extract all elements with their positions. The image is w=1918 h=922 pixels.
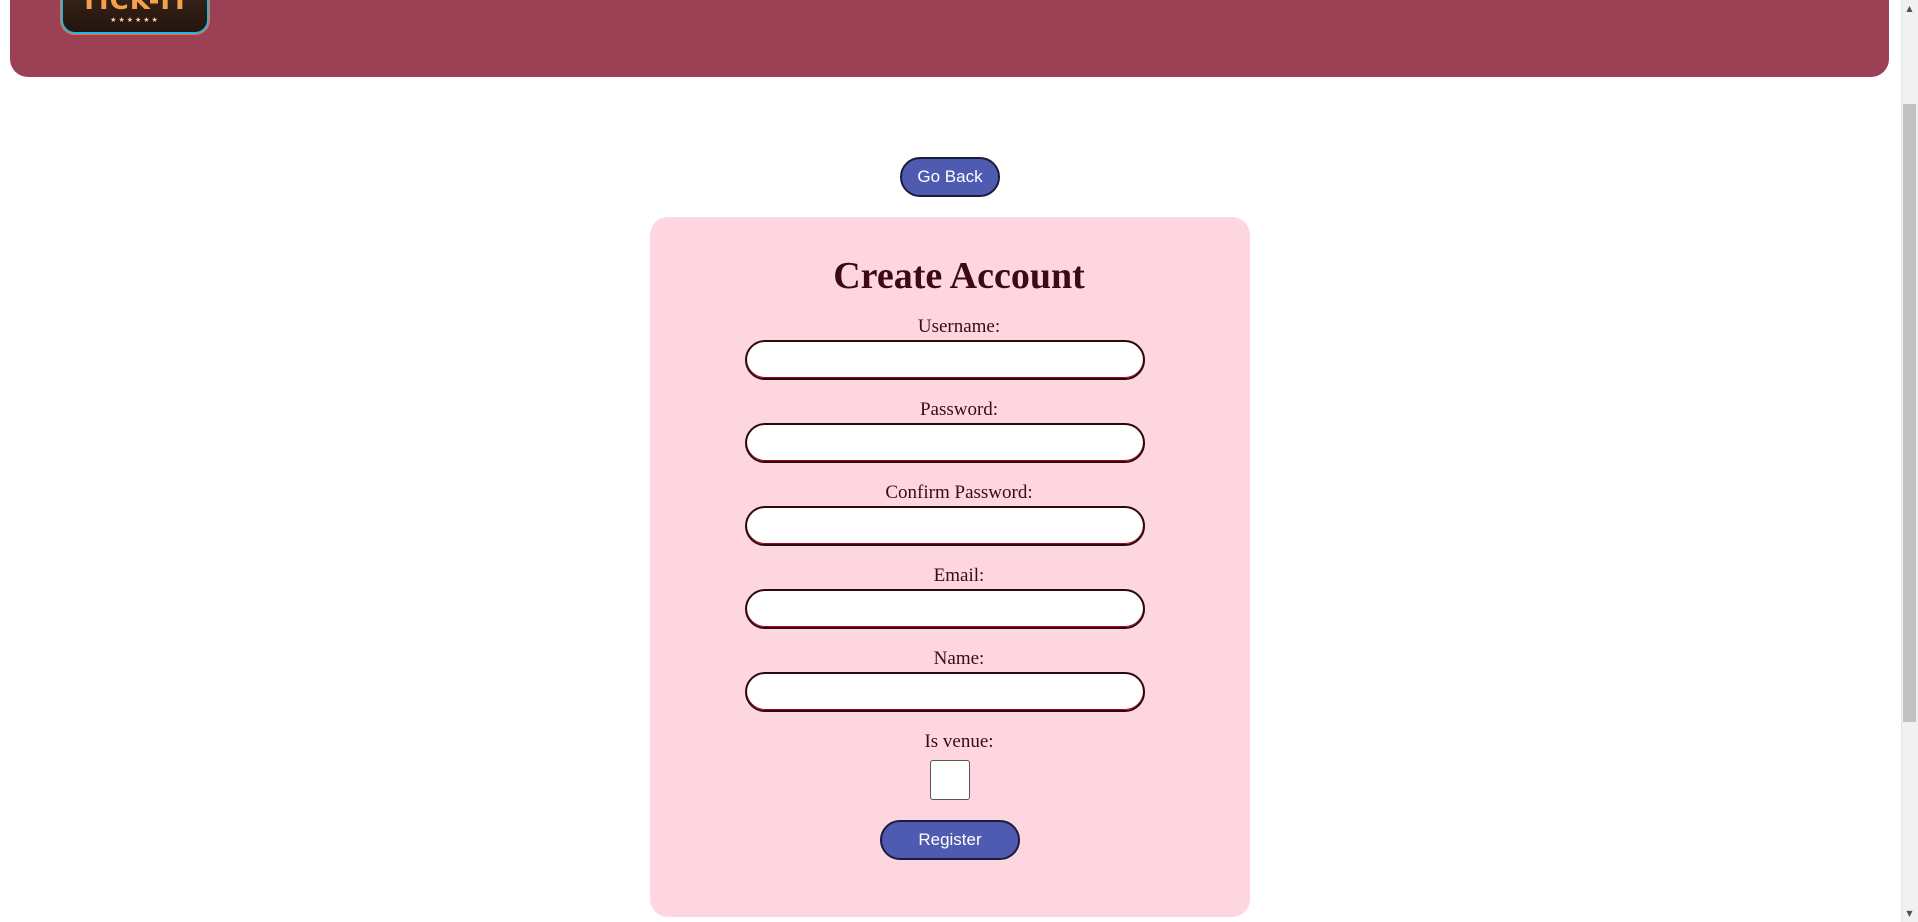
logo-text: TICK-IT xyxy=(80,0,190,16)
page: TICK-IT ★★★★★★ Go Back Create Account Us… xyxy=(0,0,1918,922)
password-label: Password: xyxy=(919,399,999,420)
password-input[interactable] xyxy=(745,423,1145,463)
is-venue-label: Is venue: xyxy=(924,731,994,752)
scroll-down-arrow-icon[interactable]: ▼ xyxy=(1901,905,1918,922)
name-label: Name: xyxy=(933,648,985,669)
email-input[interactable] xyxy=(745,589,1145,629)
site-logo[interactable]: TICK-IT ★★★★★★ xyxy=(63,0,207,32)
name-input[interactable] xyxy=(745,672,1145,712)
vertical-scrollbar[interactable]: ▲ ▼ xyxy=(1901,0,1918,922)
register-button[interactable]: Register xyxy=(880,820,1020,860)
confirm-password-input[interactable] xyxy=(745,506,1145,546)
scroll-up-arrow-icon[interactable]: ▲ xyxy=(1901,0,1918,17)
username-input[interactable] xyxy=(745,340,1145,380)
confirm-password-label: Confirm Password: xyxy=(885,482,1033,503)
is-venue-checkbox[interactable] xyxy=(930,760,970,800)
email-label: Email: xyxy=(933,565,985,586)
logo-subtext: ★★★★★★ xyxy=(110,16,160,24)
top-header xyxy=(10,0,1889,77)
go-back-button[interactable]: Go Back xyxy=(900,157,1000,197)
username-label: Username: xyxy=(917,316,1001,337)
form-title: Create Account xyxy=(833,255,1085,297)
scroll-thumb[interactable] xyxy=(1903,104,1916,722)
